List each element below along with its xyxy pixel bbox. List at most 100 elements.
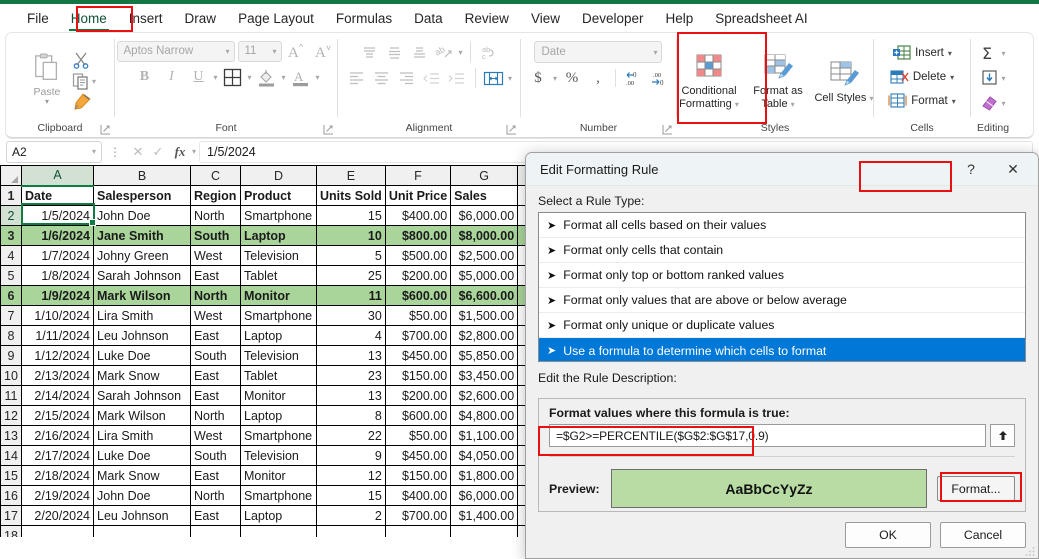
cell[interactable]: $150.00 [385, 366, 450, 386]
cell[interactable]: $2,500.00 [451, 246, 518, 266]
rule-type-item[interactable]: ➤Format all cells based on their values [539, 213, 1025, 238]
cell[interactable]: Tablet [241, 266, 317, 286]
cell[interactable]: 10 [317, 226, 386, 246]
merge-and-center-button[interactable] [483, 68, 505, 88]
help-button[interactable]: ? [950, 154, 992, 185]
cell[interactable]: $400.00 [385, 486, 450, 506]
cell[interactable]: $4,050.00 [451, 446, 518, 466]
cell[interactable]: West [191, 306, 241, 326]
cell[interactable]: Television [241, 246, 317, 266]
cell[interactable]: North [191, 486, 241, 506]
increase-indent-button[interactable] [446, 68, 468, 88]
cell[interactable]: Leu Johnson [94, 326, 191, 346]
tab-view[interactable]: View [520, 7, 571, 30]
header-cell-date[interactable]: Date [22, 186, 94, 206]
cell[interactable]: Television [241, 346, 317, 366]
cell[interactable] [22, 526, 94, 538]
align-bottom-button[interactable] [408, 42, 430, 62]
cell[interactable] [191, 526, 241, 538]
formula-input-field[interactable]: =$G2>=PERCENTILE($G$2:$G$17,0.9) [549, 424, 986, 447]
cell[interactable]: South [191, 446, 241, 466]
font-dialog-launcher-icon[interactable] [323, 124, 334, 135]
column-header-a[interactable]: A [22, 166, 94, 186]
underline-button[interactable]: U [186, 66, 210, 88]
tab-draw[interactable]: Draw [174, 7, 228, 30]
cell[interactable]: South [191, 226, 241, 246]
cell[interactable]: $700.00 [385, 506, 450, 526]
cell[interactable]: $800.00 [385, 226, 450, 246]
align-middle-button[interactable] [383, 42, 405, 62]
decrease-indent-button[interactable] [421, 68, 443, 88]
tab-data[interactable]: Data [403, 7, 454, 30]
header-cell-region[interactable]: Region [191, 186, 241, 206]
cell[interactable]: Luke Doe [94, 346, 191, 366]
cell[interactable]: East [191, 506, 241, 526]
cell[interactable]: 1/6/2024 [22, 226, 94, 246]
cell[interactable]: Monitor [241, 386, 317, 406]
cell[interactable]: John Doe [94, 206, 191, 226]
comma-style-button[interactable]: , [587, 68, 609, 88]
tab-formulas[interactable]: Formulas [325, 7, 403, 30]
cell[interactable]: $6,600.00 [451, 286, 518, 306]
dialog-title-bar[interactable]: Edit Formatting Rule ? ✕ [526, 153, 1038, 186]
fill-color-button[interactable] [255, 66, 279, 88]
paste-chevron-down-icon[interactable]: ▾ [45, 98, 49, 106]
tab-insert[interactable]: Insert [118, 7, 174, 30]
wrap-text-button[interactable]: ab c [478, 42, 500, 62]
tab-spreadsheet-ai[interactable]: Spreadsheet AI [704, 7, 818, 30]
cell[interactable]: 2/19/2024 [22, 486, 94, 506]
alignment-dialog-launcher-icon[interactable] [506, 124, 517, 135]
rule-type-item[interactable]: ➤Format only unique or duplicate values [539, 313, 1025, 338]
number-format-combo[interactable]: Date ▾ [534, 41, 662, 63]
borders-button[interactable] [220, 66, 244, 88]
cell[interactable]: $1,400.00 [451, 506, 518, 526]
cell[interactable] [241, 526, 317, 538]
cell[interactable]: $4,800.00 [451, 406, 518, 426]
cell[interactable]: $600.00 [385, 406, 450, 426]
cell[interactable]: $400.00 [385, 206, 450, 226]
copy-button[interactable]: ▾ [72, 71, 96, 91]
cell[interactable]: 15 [317, 206, 386, 226]
cell[interactable]: Smartphone [241, 206, 317, 226]
cf-chevron-down-icon[interactable]: ▾ [735, 100, 739, 109]
select-all-corner[interactable] [1, 166, 22, 186]
accounting-chevron-down-icon[interactable]: ▾ [553, 74, 557, 83]
cell[interactable]: $1,100.00 [451, 426, 518, 446]
header-cell-salesperson[interactable]: Salesperson [94, 186, 191, 206]
resize-grip-icon[interactable] [1025, 546, 1035, 556]
autosum-button[interactable]: Σ ▾ [980, 42, 1005, 64]
rule-type-list[interactable]: ➤Format all cells based on their values ➤… [538, 212, 1026, 362]
cell[interactable]: $700.00 [385, 326, 450, 346]
column-header-f[interactable]: F [385, 166, 450, 186]
align-center-button[interactable] [371, 68, 393, 88]
cell[interactable]: $2,600.00 [451, 386, 518, 406]
cell[interactable]: $200.00 [385, 266, 450, 286]
cell[interactable]: 12 [317, 466, 386, 486]
cell[interactable]: 1/9/2024 [22, 286, 94, 306]
merge-chevron-down-icon[interactable]: ▾ [508, 74, 512, 83]
cell[interactable] [317, 526, 386, 538]
accounting-format-button[interactable]: $ [527, 68, 549, 88]
header-cell-unit-price[interactable]: Unit Price [385, 186, 450, 206]
cell[interactable]: Tablet [241, 366, 317, 386]
cell[interactable]: East [191, 466, 241, 486]
tab-page-layout[interactable]: Page Layout [227, 7, 325, 30]
column-header-b[interactable]: B [94, 166, 191, 186]
cell[interactable]: $600.00 [385, 286, 450, 306]
collapse-dialog-button[interactable] [990, 424, 1015, 447]
cell[interactable]: Laptop [241, 326, 317, 346]
cell[interactable]: John Doe [94, 486, 191, 506]
row-header-4[interactable]: 4 [1, 246, 22, 266]
cell[interactable]: Lira Smith [94, 306, 191, 326]
tab-review[interactable]: Review [454, 7, 520, 30]
cell[interactable]: 2/17/2024 [22, 446, 94, 466]
cell[interactable]: $6,000.00 [451, 486, 518, 506]
insert-cells-button[interactable]: Insert ▾ [892, 42, 952, 64]
column-header-g[interactable]: G [451, 166, 518, 186]
cell[interactable] [451, 526, 518, 538]
cell[interactable]: Mark Snow [94, 366, 191, 386]
tab-file[interactable]: File [16, 7, 60, 30]
cell[interactable]: 13 [317, 386, 386, 406]
header-cell-sales[interactable]: Sales [451, 186, 518, 206]
cell[interactable]: East [191, 386, 241, 406]
